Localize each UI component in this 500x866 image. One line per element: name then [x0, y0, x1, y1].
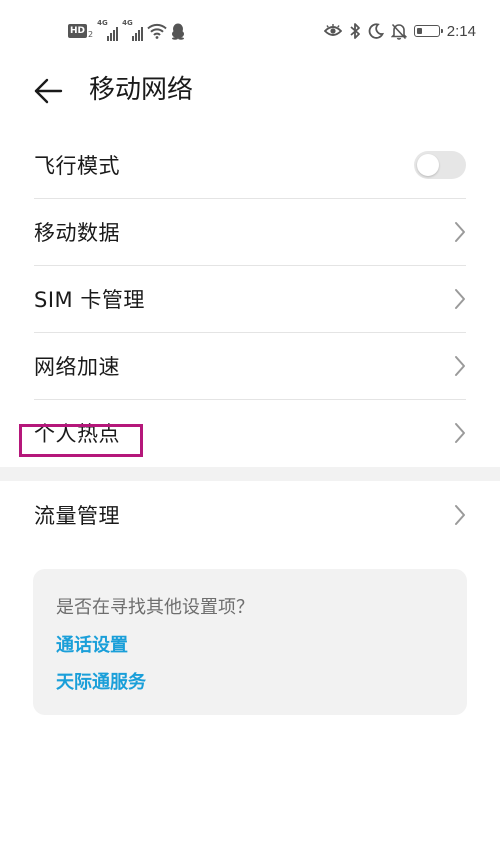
setting-sim-management[interactable]: SIM 卡管理 [34, 265, 466, 332]
wifi-icon [147, 23, 167, 39]
page-title: 移动网络 [89, 75, 194, 105]
mobile-network-screen: HD 2 4G 4G 2:14 移动网络 飞行模式 移动数据 SIM 卡管理 网… [0, 0, 500, 866]
settings-list: 飞行模式 移动数据 SIM 卡管理 网络加速 个人热点 [0, 132, 500, 466]
qq-icon [171, 23, 185, 40]
sim1-signal-icon: 4G [97, 19, 119, 41]
eye-comfort-icon [323, 24, 342, 38]
bluetooth-icon [349, 22, 361, 40]
call-settings-link[interactable]: 通话设置 [56, 631, 128, 657]
settings-list-secondary: 流量管理 [0, 482, 500, 548]
setting-label: 移动数据 [34, 221, 120, 245]
setting-label: 网络加速 [34, 355, 120, 379]
airplane-mode-toggle[interactable] [414, 151, 466, 179]
chevron-right-icon [455, 356, 465, 376]
status-bar: HD 2 4G 4G 2:14 [0, 0, 500, 62]
setting-label: SIM 卡管理 [34, 288, 145, 312]
chevron-right-icon [455, 423, 465, 443]
app-header: 移动网络 [0, 62, 500, 120]
arrow-left-icon [34, 78, 63, 104]
status-right-group: 2:14 [323, 20, 476, 42]
chevron-right-icon [455, 222, 465, 242]
sim1-network-type: 4G [97, 19, 108, 27]
setting-label: 个人热点 [34, 422, 120, 446]
back-button[interactable] [28, 74, 68, 108]
chevron-right-icon [455, 505, 465, 525]
suggestion-card: 是否在寻找其他设置项？ 通话设置 天际通服务 [33, 569, 467, 715]
status-time: 2:14 [446, 22, 476, 40]
setting-personal-hotspot[interactable]: 个人热点 [34, 399, 466, 466]
setting-mobile-data[interactable]: 移动数据 [34, 198, 466, 265]
sim2-network-type: 4G [122, 19, 133, 27]
setting-airplane-mode[interactable]: 飞行模式 [34, 132, 466, 198]
setting-network-acceleration[interactable]: 网络加速 [34, 332, 466, 399]
suggestion-question: 是否在寻找其他设置项？ [56, 597, 254, 618]
toggle-knob [417, 154, 439, 176]
battery-icon [413, 25, 443, 37]
setting-data-usage[interactable]: 流量管理 [34, 482, 466, 548]
hd-sub-label: 2 [88, 29, 94, 39]
status-left-group: HD 2 4G 4G [68, 19, 185, 41]
mute-bell-icon [390, 23, 407, 40]
setting-label: 流量管理 [34, 504, 120, 528]
hd-label: HD [68, 24, 88, 38]
chevron-right-icon [455, 289, 465, 309]
sim2-signal-icon: 4G [122, 19, 144, 41]
hd-voice-icon: HD 2 [68, 23, 93, 39]
skyroam-service-link[interactable]: 天际通服务 [56, 668, 146, 694]
section-divider [0, 467, 500, 481]
setting-label: 飞行模式 [34, 154, 120, 178]
moon-icon [368, 23, 384, 39]
